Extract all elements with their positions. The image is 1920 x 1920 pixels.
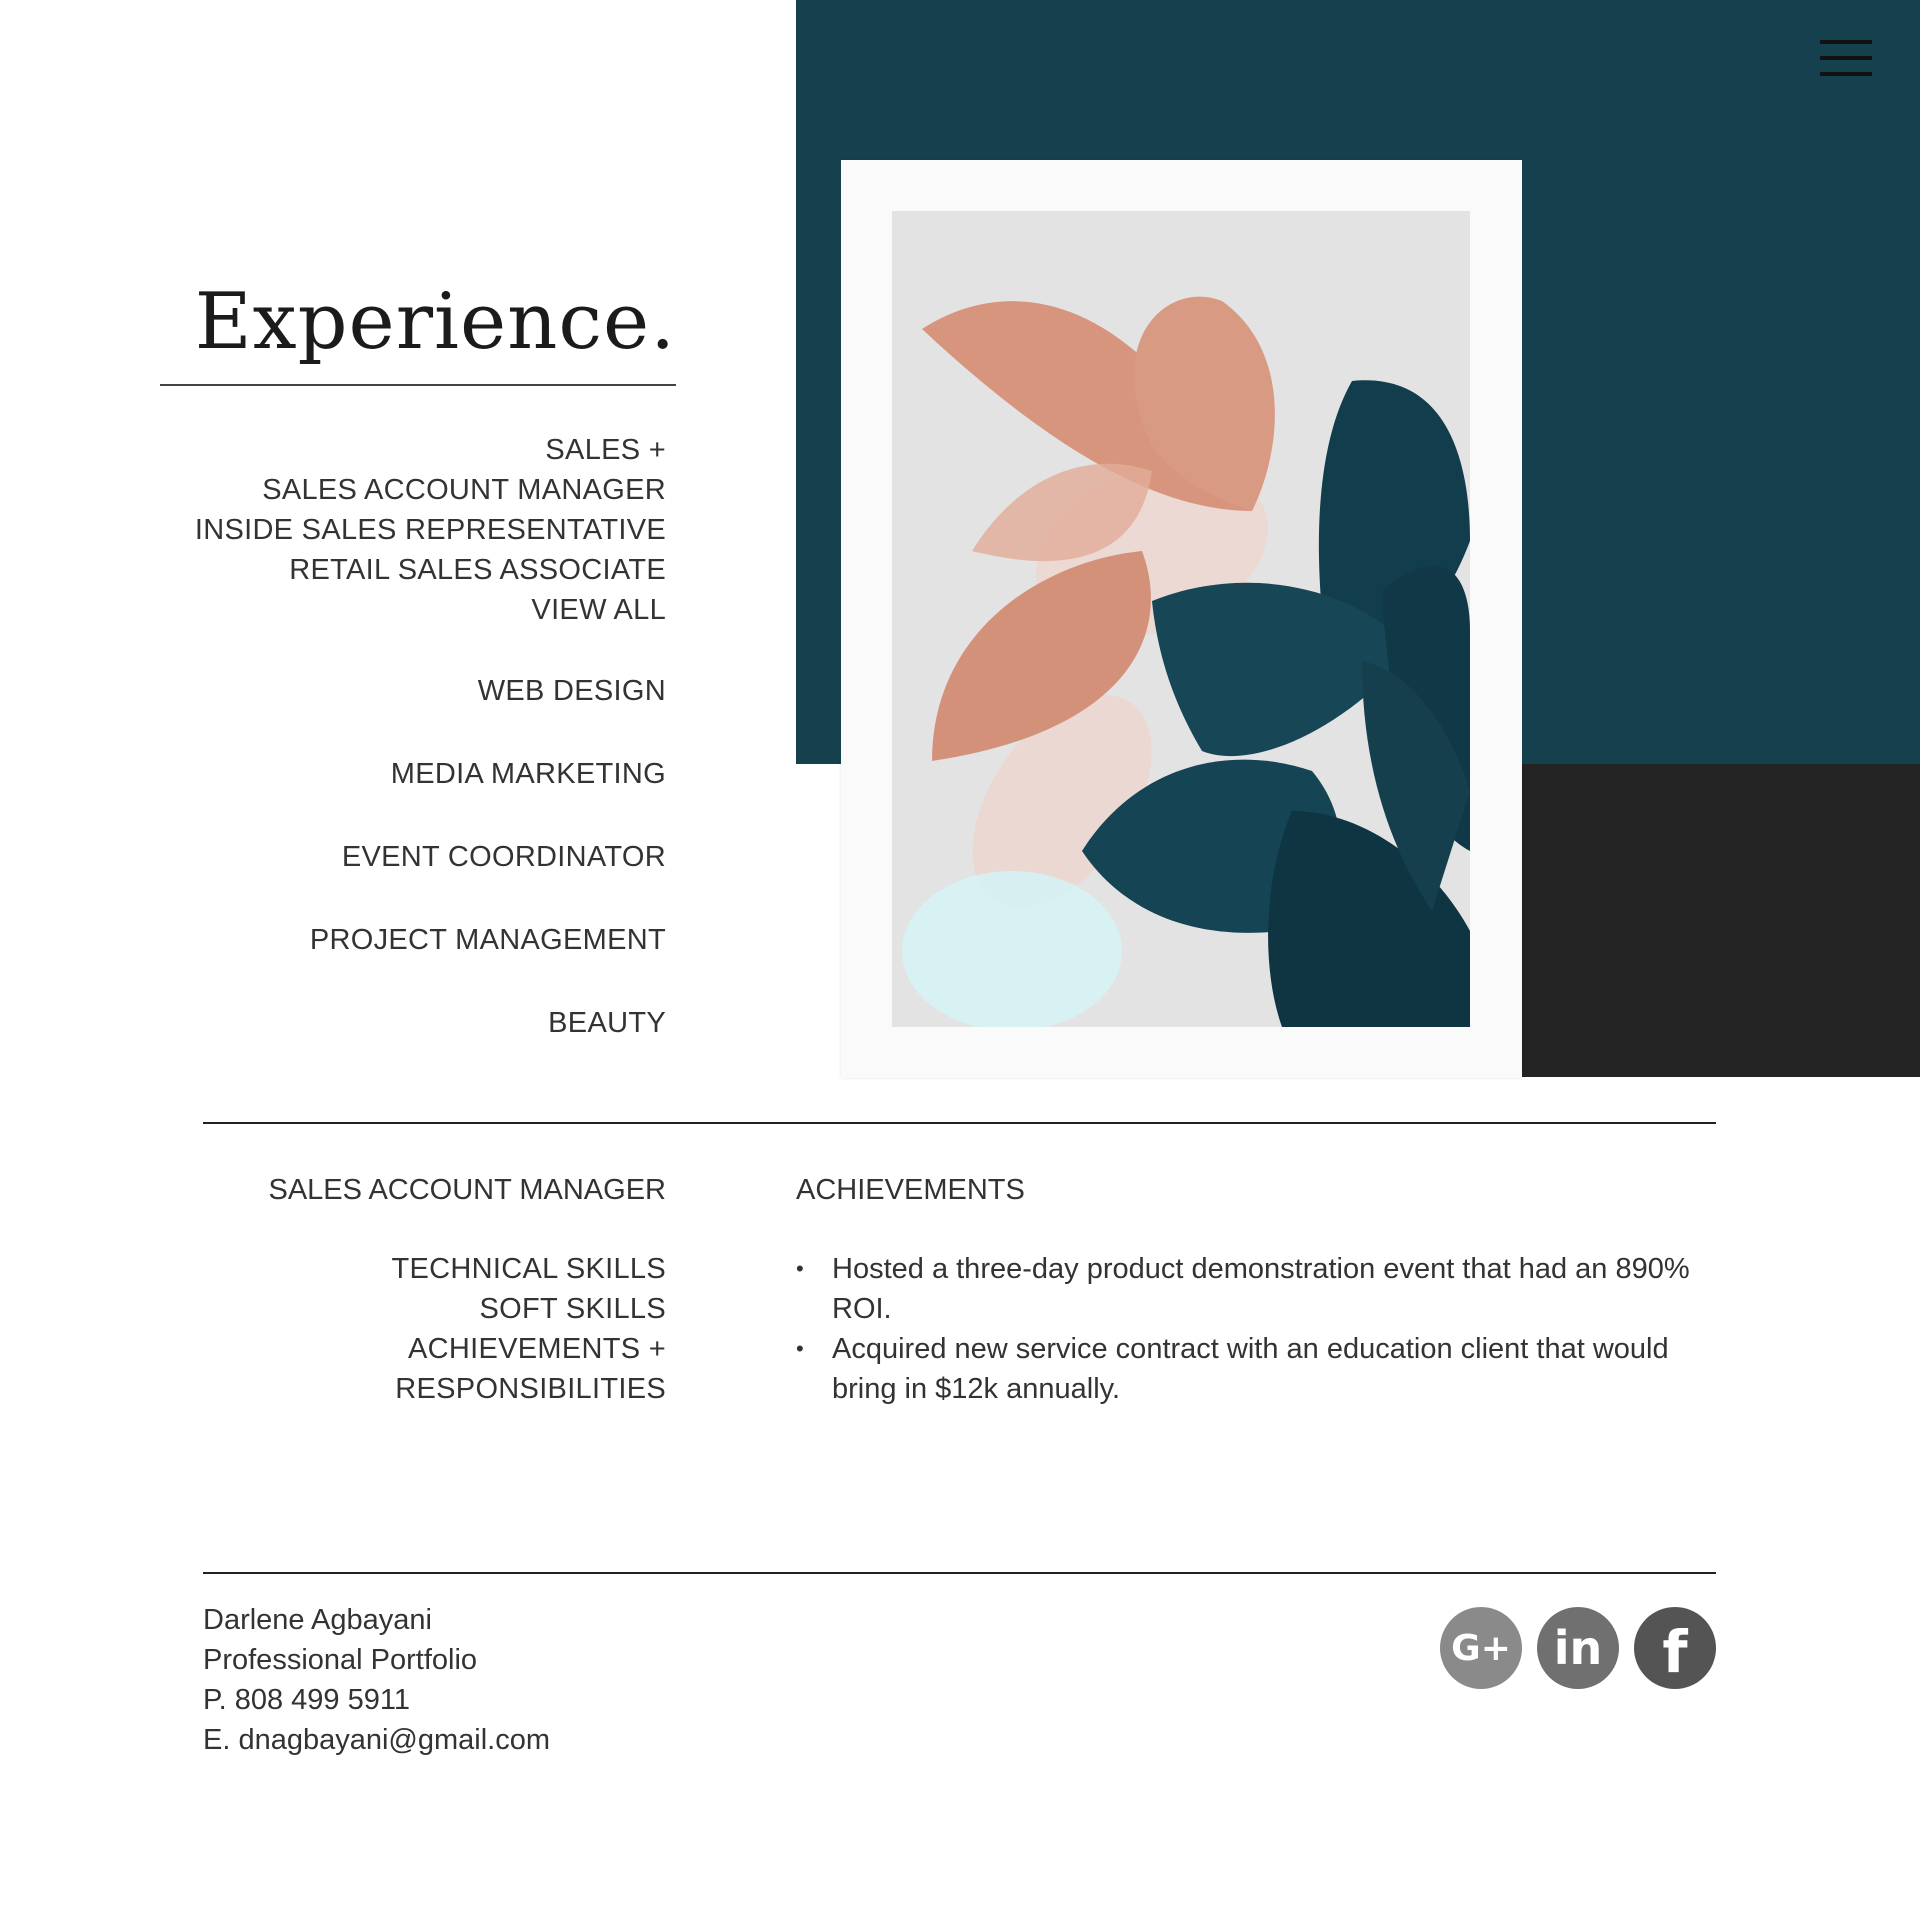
experience-nav: SALES + SALES ACCOUNT MANAGER INSIDE SAL… — [120, 430, 666, 1085]
facebook-icon[interactable]: f — [1634, 1607, 1716, 1689]
artwork-frame — [841, 160, 1522, 1078]
nav-sales-account-manager[interactable]: SALES ACCOUNT MANAGER — [120, 470, 666, 510]
footer-email: E. dnagbayani@gmail.com — [203, 1724, 551, 1756]
nav-web-design[interactable]: WEB DESIGN — [120, 670, 666, 713]
nav-sales-toggle[interactable]: SALES + — [120, 430, 666, 470]
nav-inside-sales-representative[interactable]: INSIDE SALES REPRESENTATIVE — [120, 510, 666, 550]
footer-divider — [203, 1572, 1716, 1574]
detail-title: SALES ACCOUNT MANAGER — [268, 1174, 666, 1206]
sub-nav-soft-skills[interactable]: SOFT SKILLS — [120, 1289, 666, 1329]
sub-nav-technical-skills[interactable]: TECHNICAL SKILLS — [120, 1249, 666, 1289]
title-underline — [160, 384, 676, 386]
sub-nav-achievements[interactable]: ACHIEVEMENTS + — [120, 1329, 666, 1369]
detail-sub-nav: TECHNICAL SKILLS SOFT SKILLS ACHIEVEMENT… — [120, 1249, 666, 1409]
dark-background-block — [1520, 764, 1920, 1077]
sub-nav-responsibilities[interactable]: RESPONSIBILITIES — [120, 1369, 666, 1409]
nav-retail-sales-associate[interactable]: RETAIL SALES ASSOCIATE — [120, 550, 666, 590]
nav-beauty[interactable]: BEAUTY — [120, 1002, 666, 1045]
achievements-list: Hosted a three-day product demonstration… — [796, 1249, 1716, 1409]
footer-subtitle: Professional Portfolio — [203, 1644, 478, 1676]
linkedin-icon[interactable]: in — [1537, 1607, 1619, 1689]
list-item: Hosted a three-day product demonstration… — [796, 1249, 1716, 1329]
hamburger-menu-icon[interactable] — [1820, 40, 1874, 82]
page-title: Experience. — [194, 277, 676, 367]
nav-media-marketing[interactable]: MEDIA MARKETING — [120, 753, 666, 796]
sales-nav-group: SALES + SALES ACCOUNT MANAGER INSIDE SAL… — [120, 430, 666, 630]
footer-name: Darlene Agbayani — [203, 1604, 432, 1636]
list-item: Acquired new service contract with an ed… — [796, 1329, 1716, 1409]
nav-event-coordinator[interactable]: EVENT COORDINATOR — [120, 836, 666, 879]
plant-leaves-image — [892, 211, 1470, 1027]
achievements-heading: ACHIEVEMENTS — [796, 1174, 1025, 1206]
nav-view-all[interactable]: VIEW ALL — [120, 590, 666, 630]
google-plus-icon[interactable]: G+ — [1440, 1607, 1522, 1689]
contact-info: Darlene Agbayani Professional Portfolio … — [203, 1600, 550, 1760]
nav-project-management[interactable]: PROJECT MANAGEMENT — [120, 919, 666, 962]
footer-phone: P. 808 499 5911 — [203, 1684, 410, 1716]
section-divider — [203, 1122, 1716, 1124]
